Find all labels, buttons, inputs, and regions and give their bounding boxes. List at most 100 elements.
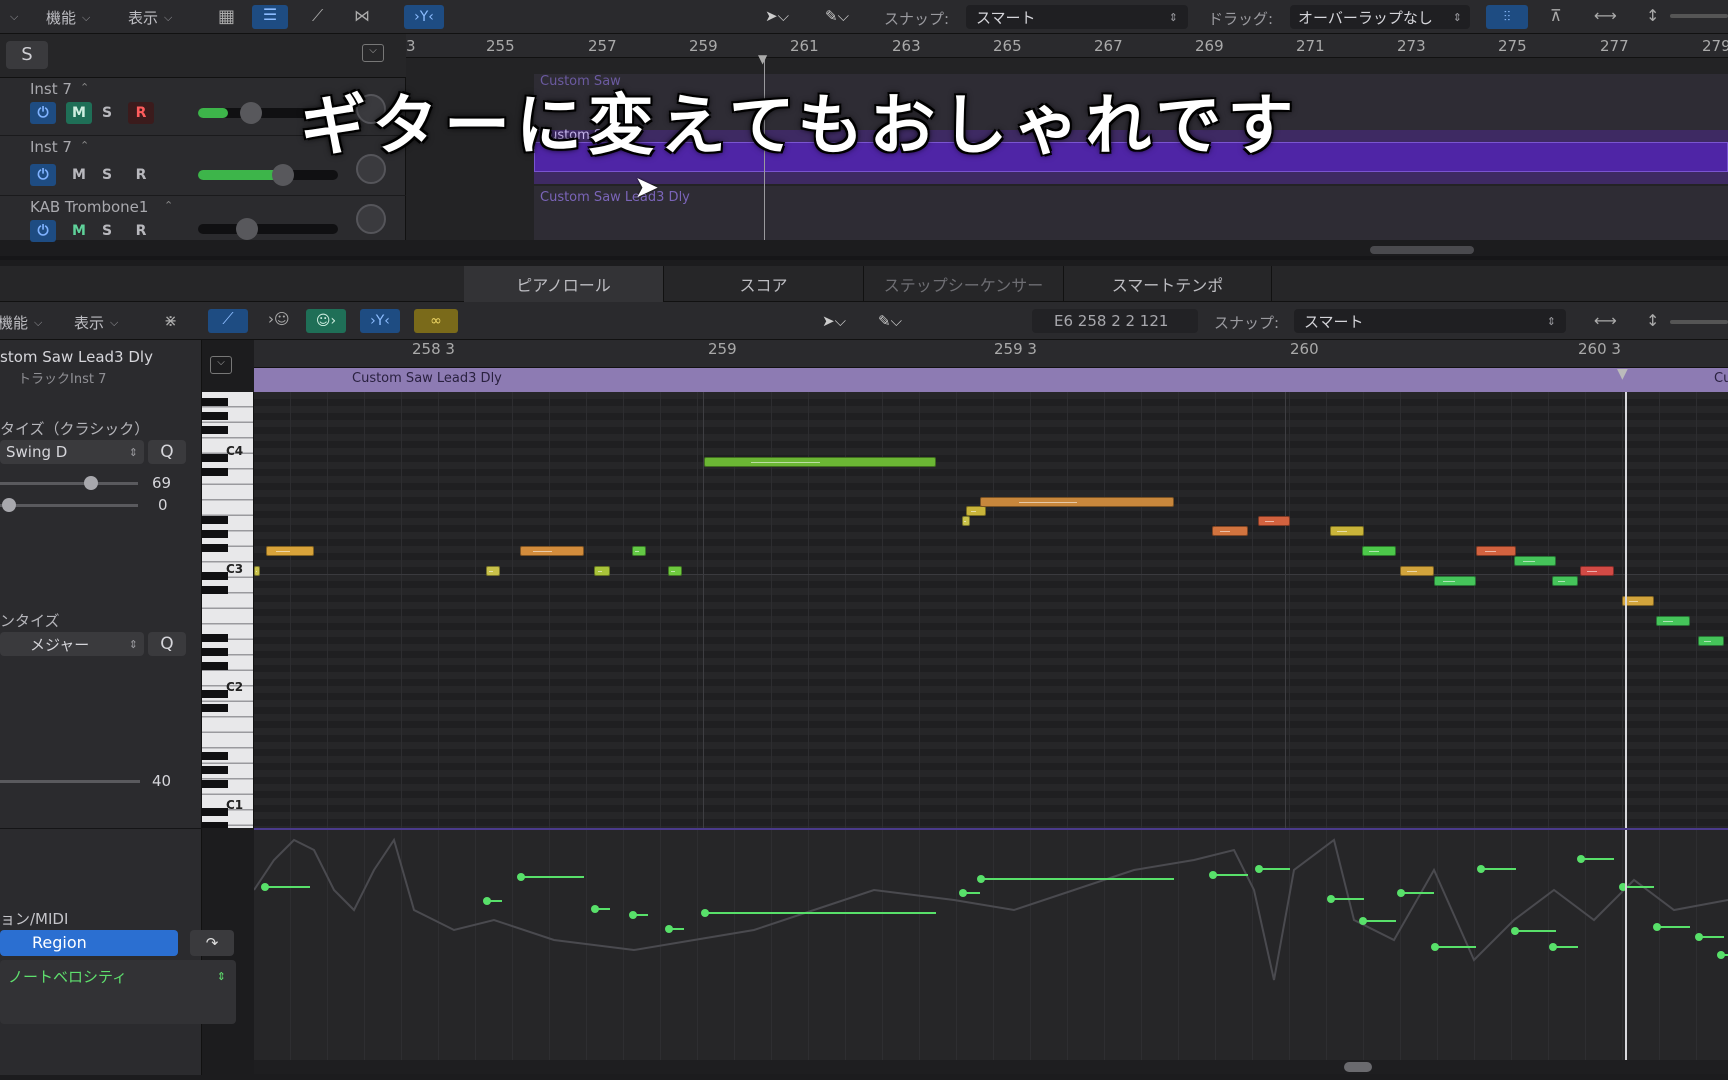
midi-note[interactable]: [1656, 616, 1690, 626]
midi-note[interactable]: [704, 457, 936, 467]
palette-icon[interactable]: ☺›: [306, 309, 346, 333]
midi-note[interactable]: [1330, 526, 1364, 536]
editor-func-menu[interactable]: 機能 ⌵: [0, 312, 42, 333]
midi-note[interactable]: [266, 546, 314, 556]
midi-note[interactable]: [520, 546, 584, 556]
bottom-scrollbar-thumb[interactable]: [1344, 1062, 1372, 1072]
midi-note[interactable]: [962, 516, 970, 526]
mute-button[interactable]: M: [66, 102, 92, 124]
pencil-tool-icon[interactable]: ✎⌵: [825, 7, 849, 25]
automation-icon[interactable]: ⟋: [312, 6, 323, 26]
list-view-icon[interactable]: ☰: [252, 5, 288, 29]
lane-select[interactable]: ノートベロシティ ⇕: [0, 964, 234, 988]
quantize-select[interactable]: Swing D ⇕: [0, 440, 144, 464]
velocity-slider[interactable]: [0, 780, 140, 783]
region-button[interactable]: Region: [0, 930, 178, 956]
volume-fader[interactable]: [198, 170, 338, 180]
swing-slider[interactable]: [0, 504, 138, 507]
velocity-bar[interactable]: [517, 873, 584, 881]
piano-roll-grid[interactable]: [254, 392, 1728, 828]
solo-button[interactable]: S: [94, 220, 120, 242]
velocity-bar[interactable]: [1397, 889, 1434, 897]
pointer-tool-icon[interactable]: ➤⌵: [822, 312, 846, 330]
view-menu[interactable]: 表示 ⌵: [128, 7, 172, 28]
velocity-bar[interactable]: [1431, 943, 1476, 951]
velocity-bar[interactable]: [1359, 917, 1396, 925]
midi-note[interactable]: [1698, 636, 1724, 646]
pane-divider[interactable]: [0, 256, 1728, 260]
power-icon[interactable]: ⏻: [30, 102, 56, 124]
region[interactable]: Custom Saw Lead3 Dly: [534, 186, 1728, 240]
strength-thumb[interactable]: [84, 476, 98, 490]
velocity-bar[interactable]: [261, 883, 310, 891]
velocity-bar[interactable]: [1511, 927, 1556, 935]
drag-select[interactable]: オーバーラップなし ⇕: [1290, 5, 1470, 29]
chevron-down-icon[interactable]: ⌵: [10, 10, 18, 24]
playhead-marker-icon[interactable]: ▼: [758, 52, 767, 66]
scale-select[interactable]: メジャー ⇕: [0, 632, 144, 656]
redirect-icon[interactable]: ↷: [190, 930, 234, 956]
velocity-bar[interactable]: [1577, 855, 1614, 863]
velocity-bar[interactable]: [977, 875, 1174, 883]
solo-button[interactable]: S: [94, 102, 120, 124]
record-button[interactable]: R: [128, 164, 154, 186]
velocity-bar[interactable]: [629, 911, 648, 919]
velocity-bar[interactable]: [1209, 871, 1248, 879]
link-icon[interactable]: ∞: [414, 309, 458, 333]
midi-note[interactable]: [632, 546, 646, 556]
snap-select[interactable]: スマート ⇕: [966, 5, 1188, 29]
midi-note[interactable]: [1434, 576, 1476, 586]
fader-knob[interactable]: [272, 164, 294, 186]
pan-knob[interactable]: [356, 204, 386, 234]
horizontal-fit-icon[interactable]: ⟷: [1594, 311, 1617, 330]
catch-icon[interactable]: ›Y‹: [360, 309, 400, 333]
velocity-bar[interactable]: [1549, 943, 1578, 951]
top-ruler[interactable]: 3 255 257 259 261 263 265 267 269 271 27…: [406, 34, 1728, 58]
midi-note[interactable]: [668, 566, 682, 576]
editor-zoom-slider[interactable]: [1670, 320, 1728, 324]
horizontal-scrollbar[interactable]: [1370, 246, 1474, 254]
filter-icon[interactable]: ⋇: [164, 311, 177, 330]
velocity-bar[interactable]: [701, 909, 936, 917]
quantize-q-button[interactable]: Q: [148, 440, 186, 464]
fader-knob[interactable]: [236, 218, 258, 240]
midi-note[interactable]: [594, 566, 610, 576]
velocity-bar[interactable]: [1717, 951, 1728, 959]
solo-global-button[interactable]: S: [6, 41, 48, 69]
editor-view-menu[interactable]: 表示 ⌵: [74, 312, 118, 333]
func-menu[interactable]: 機能 ⌵: [46, 7, 90, 28]
editor-snap-select[interactable]: スマート ⇕: [1294, 309, 1566, 333]
midi-note[interactable]: [1476, 546, 1516, 556]
midi-note[interactable]: [486, 566, 500, 576]
catch-icon[interactable]: ›Y‹: [404, 5, 444, 29]
pointer-tool-icon[interactable]: ➤⌵: [765, 7, 789, 25]
velocity-bar[interactable]: [1327, 895, 1364, 903]
mute-button[interactable]: M: [66, 220, 92, 242]
velocity-bar[interactable]: [591, 905, 610, 913]
collapse-icon[interactable]: ⌵: [210, 356, 232, 374]
midi-note[interactable]: [1514, 556, 1556, 566]
midi-note[interactable]: [966, 506, 986, 516]
record-button[interactable]: R: [128, 220, 154, 242]
piano-keyboard[interactable]: C4 C3 C2 C1: [202, 392, 254, 828]
grid-view-icon[interactable]: ▦: [218, 6, 235, 27]
pencil-tool-icon[interactable]: ✎⌵: [878, 312, 902, 330]
tab-piano-roll[interactable]: ピアノロール: [464, 266, 664, 302]
collapse-icon[interactable]: ⌵: [362, 44, 384, 62]
velocity-bar[interactable]: [1477, 865, 1516, 873]
midi-note[interactable]: [1362, 546, 1396, 556]
mute-button[interactable]: M: [66, 164, 92, 186]
fader-knob[interactable]: [240, 102, 262, 124]
velocity-bar[interactable]: [483, 897, 502, 905]
midi-note[interactable]: [254, 566, 260, 576]
power-icon[interactable]: ⏻: [30, 220, 56, 242]
velocity-bar[interactable]: [1653, 923, 1690, 931]
volume-fader[interactable]: [198, 224, 338, 234]
velocity-bar[interactable]: [1695, 933, 1724, 941]
vertical-zoom-icon[interactable]: ↕: [1646, 311, 1659, 330]
track-row[interactable]: KAB Trombone1 ⌃ ⏻ M S R: [0, 196, 406, 242]
power-icon[interactable]: ⏻: [30, 164, 56, 186]
editor-region-bar[interactable]: Custom Saw Lead3 Dly Cu: [254, 368, 1728, 392]
velocity-bar[interactable]: [665, 925, 684, 933]
horizontal-fit-icon[interactable]: ⟷: [1594, 6, 1617, 25]
